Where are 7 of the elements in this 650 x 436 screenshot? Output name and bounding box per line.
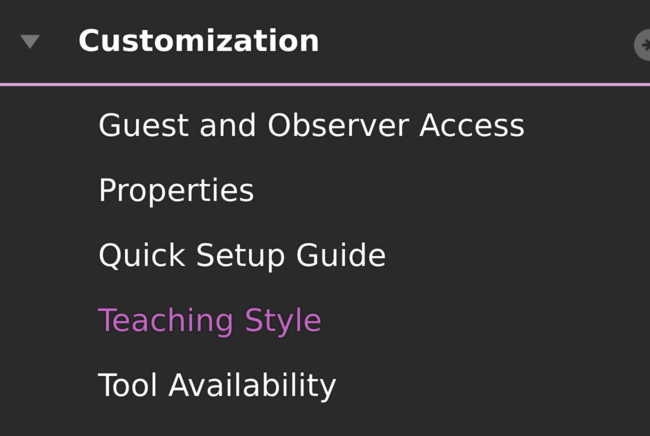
menu-link[interactable]: Guest and Observer Access	[0, 108, 526, 146]
menu-link[interactable]: Properties	[0, 172, 255, 210]
caret-icon[interactable]	[20, 34, 40, 48]
section-title: Customization	[78, 23, 320, 61]
menu-link[interactable]: Tool Availability	[0, 368, 338, 406]
menu-link[interactable]: Teaching Style	[0, 302, 322, 340]
menu-link[interactable]: Quick Setup Guide	[0, 238, 387, 276]
